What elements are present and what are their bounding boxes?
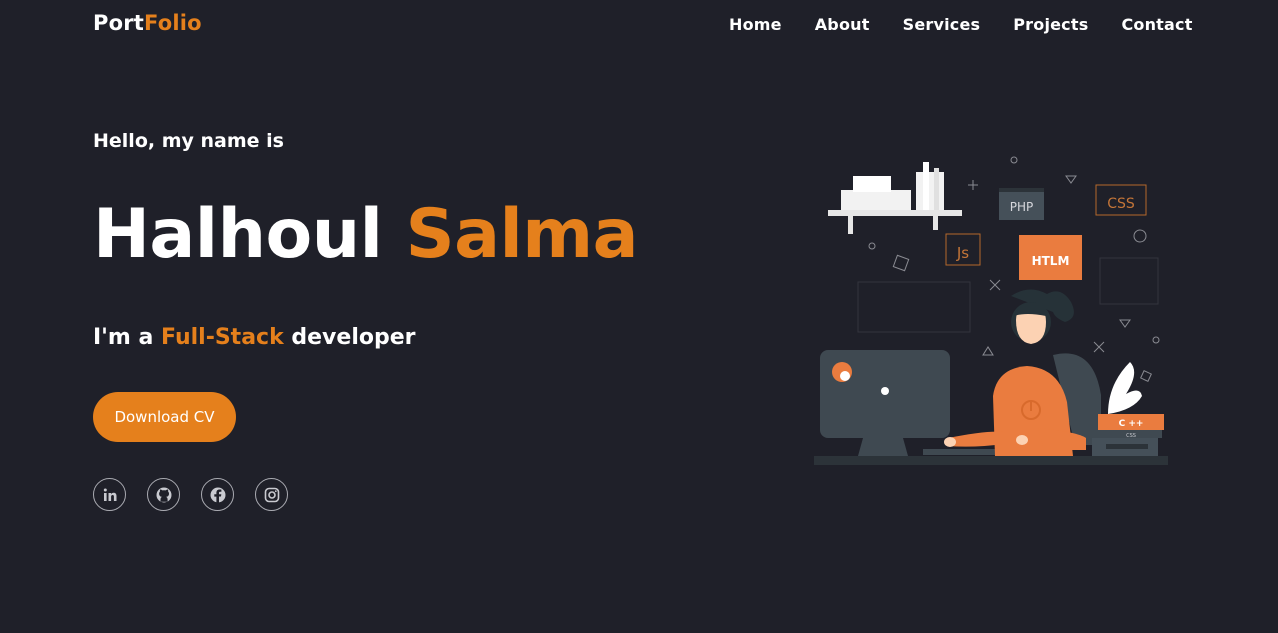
nav-home[interactable]: Home bbox=[729, 15, 782, 34]
svg-text:CSS: CSS bbox=[1107, 196, 1135, 212]
logo-part-1: Port bbox=[93, 11, 145, 35]
facebook-icon[interactable] bbox=[201, 478, 234, 511]
svg-text:PHP: PHP bbox=[1010, 200, 1034, 214]
greeting: Hello, my name is bbox=[93, 130, 284, 152]
developer-illustration: PHP CSS Js HTLM C ++ CSS bbox=[814, 156, 1168, 465]
logo[interactable]: PortFolio bbox=[93, 11, 202, 35]
role-suffix: developer bbox=[291, 325, 416, 350]
download-cv-button[interactable]: Download CV bbox=[93, 392, 236, 442]
main-nav: Home About Services Projects Contact bbox=[729, 15, 1193, 34]
hero-name: Halhoul Salma bbox=[93, 195, 639, 274]
role-line: I'm a Full-Stack developer bbox=[93, 325, 416, 350]
last-name: Salma bbox=[405, 195, 639, 274]
logo-part-2: Folio bbox=[144, 11, 202, 35]
nav-services[interactable]: Services bbox=[903, 15, 981, 34]
nav-about[interactable]: About bbox=[815, 15, 870, 34]
instagram-icon[interactable] bbox=[255, 478, 288, 511]
social-links bbox=[93, 478, 309, 511]
svg-text:C ++: C ++ bbox=[1119, 419, 1144, 429]
first-name: Halhoul bbox=[93, 195, 383, 274]
github-icon[interactable] bbox=[147, 478, 180, 511]
nav-contact[interactable]: Contact bbox=[1121, 15, 1192, 34]
role-highlight: Full-Stack bbox=[161, 325, 284, 350]
nav-projects[interactable]: Projects bbox=[1013, 15, 1088, 34]
linkedin-icon[interactable] bbox=[93, 478, 126, 511]
svg-text:HTLM: HTLM bbox=[1032, 254, 1070, 268]
svg-text:Js: Js bbox=[956, 244, 969, 262]
role-prefix: I'm a bbox=[93, 325, 154, 350]
